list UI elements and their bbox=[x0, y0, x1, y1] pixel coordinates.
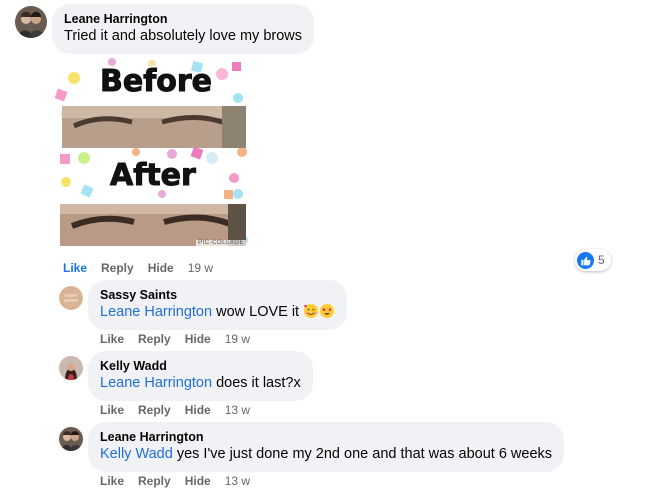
heart-eyes-icon bbox=[319, 303, 335, 319]
avatar-leane[interactable] bbox=[59, 427, 83, 451]
reply-actions: Like Reply Hide 13 w bbox=[100, 473, 264, 489]
avatar-kelly-wadd[interactable] bbox=[59, 356, 83, 380]
after-label: After bbox=[110, 158, 197, 194]
thumbs-up-icon bbox=[577, 251, 594, 269]
mention-link[interactable]: Leane Harrington bbox=[100, 304, 212, 320]
reply-text: Leane Harrington does it last?x bbox=[100, 374, 301, 393]
reply-button[interactable]: Reply bbox=[138, 402, 171, 418]
like-button[interactable]: Like bbox=[100, 331, 124, 347]
reply-text: Leane Harrington wow LOVE it bbox=[100, 303, 335, 322]
reply-author[interactable]: Leane Harrington bbox=[100, 429, 552, 445]
avatar-leane[interactable] bbox=[15, 6, 47, 38]
reply-author[interactable]: Sassy Saints bbox=[100, 287, 335, 303]
avatar-sassy-saints[interactable]: SASSY SAINTS bbox=[59, 286, 83, 310]
hide-button[interactable]: Hide bbox=[185, 402, 211, 418]
timestamp[interactable]: 19 w bbox=[188, 260, 213, 276]
reply-bubble: Kelly Wadd Leane Harrington does it last… bbox=[88, 351, 313, 401]
reaction-count-badge[interactable]: 5 bbox=[575, 249, 611, 271]
comment-bubble: Leane Harrington Tried it and absolutely… bbox=[52, 4, 315, 54]
reply-button[interactable]: Reply bbox=[138, 331, 171, 347]
like-button[interactable]: Like bbox=[100, 402, 124, 418]
reply-body: does it last?x bbox=[212, 375, 301, 391]
reply-bubble: Leane Harrington Kelly Wadd yes I've jus… bbox=[88, 422, 565, 472]
reply-actions: Like Reply Hide 19 w bbox=[100, 331, 264, 347]
reply-author[interactable]: Kelly Wadd bbox=[100, 358, 301, 374]
like-button[interactable]: Like bbox=[63, 260, 87, 276]
svg-text:SAINTS: SAINTS bbox=[64, 298, 78, 303]
hide-button[interactable]: Hide bbox=[185, 473, 211, 489]
like-button[interactable]: Like bbox=[100, 473, 124, 489]
reply-bubble: Sassy Saints Leane Harrington wow LOVE i… bbox=[88, 280, 348, 330]
timestamp[interactable]: 19 w bbox=[225, 331, 250, 347]
reply-button[interactable]: Reply bbox=[138, 473, 171, 489]
smiling-face-with-hearts-icon bbox=[303, 303, 319, 319]
comment-author[interactable]: Leane Harrington bbox=[64, 11, 302, 27]
timestamp[interactable]: 13 w bbox=[225, 402, 250, 418]
reply-button[interactable]: Reply bbox=[101, 260, 134, 276]
hide-button[interactable]: Hide bbox=[148, 260, 174, 276]
reply-body: wow LOVE it bbox=[212, 304, 300, 320]
reaction-count: 5 bbox=[598, 253, 605, 267]
mention-link[interactable]: Kelly Wadd bbox=[100, 446, 173, 462]
timestamp[interactable]: 13 w bbox=[225, 473, 250, 489]
watermark: PIC-COLLAGE bbox=[196, 240, 246, 246]
reply-actions: Like Reply Hide 13 w bbox=[100, 402, 264, 418]
comment-actions: Like Reply Hide 19 w bbox=[63, 260, 227, 276]
mention-link[interactable]: Leane Harrington bbox=[100, 375, 212, 391]
reply-text: Kelly Wadd yes I've just done my 2nd one… bbox=[100, 445, 552, 464]
before-label: Before bbox=[99, 64, 213, 100]
hide-button[interactable]: Hide bbox=[185, 331, 211, 347]
comment-text: Tried it and absolutely love my brows bbox=[64, 28, 303, 44]
reply-body: yes I've just done my 2nd one and that w… bbox=[172, 446, 553, 462]
before-photo bbox=[62, 106, 246, 148]
before-after-image[interactable]: Before After PIC-COLLAGE bbox=[52, 54, 250, 248]
